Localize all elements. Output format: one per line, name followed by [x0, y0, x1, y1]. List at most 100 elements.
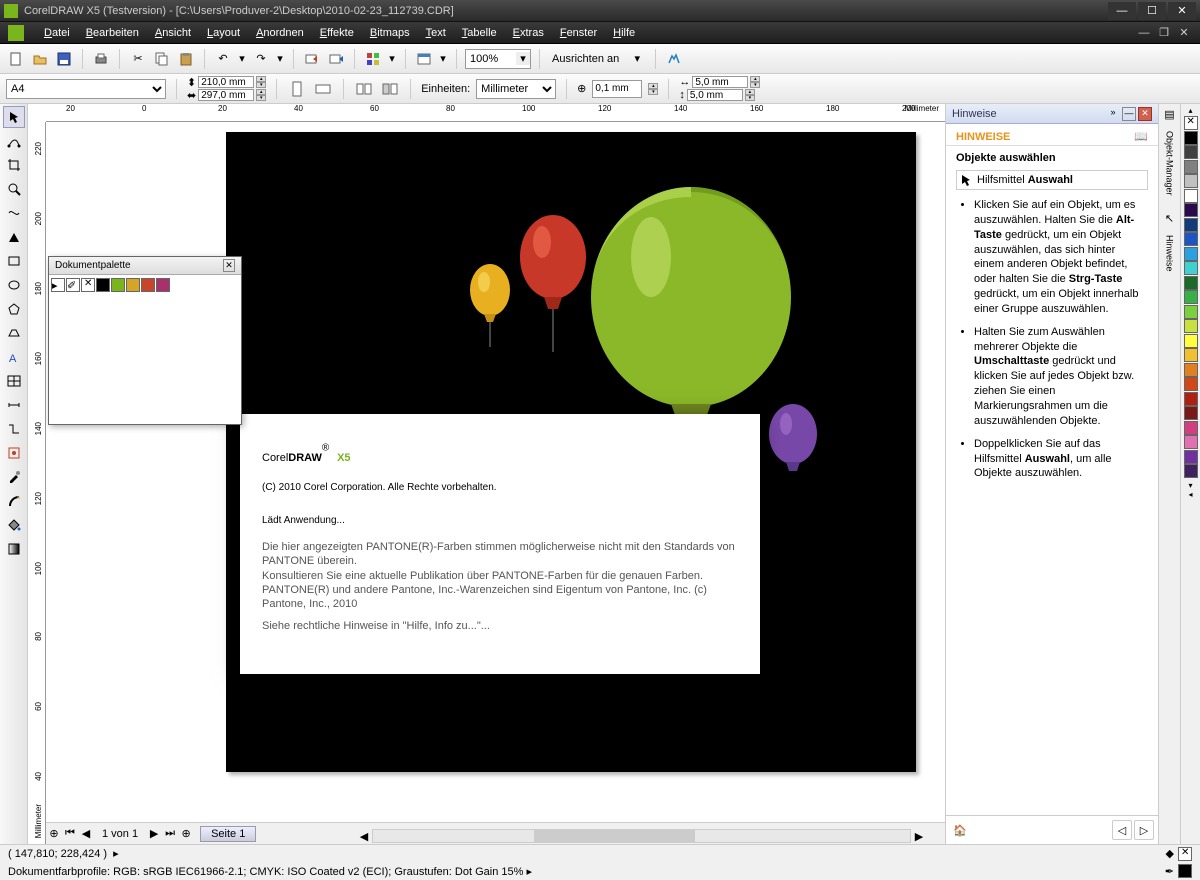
- spin-down[interactable]: ▾: [750, 82, 760, 88]
- tab-object-manager[interactable]: Objekt-Manager: [1163, 125, 1177, 202]
- undo-dropdown[interactable]: ▾: [237, 49, 247, 69]
- menu-effekte[interactable]: Effekte: [312, 25, 362, 41]
- zoom-input[interactable]: [466, 53, 516, 65]
- menu-fenster[interactable]: Fenster: [552, 25, 605, 41]
- doc-color-swatch[interactable]: [141, 278, 155, 292]
- vertical-ruler[interactable]: 220200180160140120100806040Millimeter: [28, 122, 46, 844]
- all-pages-button[interactable]: [354, 79, 374, 99]
- zoom-dropdown[interactable]: ▾: [516, 52, 530, 65]
- zoom-tool[interactable]: [3, 178, 25, 200]
- spin-down[interactable]: ▾: [256, 95, 266, 101]
- docker-expand-icon[interactable]: »: [1106, 107, 1120, 121]
- export-button[interactable]: [326, 49, 346, 69]
- freehand-tool[interactable]: [3, 202, 25, 224]
- eyedropper-tool[interactable]: [3, 466, 25, 488]
- add-page-after-button[interactable]: ⊕: [178, 827, 194, 840]
- undo-button[interactable]: ↶: [213, 49, 233, 69]
- menu-extras[interactable]: Extras: [505, 25, 552, 41]
- menu-bearbeiten[interactable]: Bearbeiten: [78, 25, 147, 41]
- import-button[interactable]: [302, 49, 322, 69]
- doc-color-swatch[interactable]: [96, 278, 110, 292]
- color-swatch[interactable]: [1184, 464, 1198, 478]
- next-page-button[interactable]: ▶: [146, 827, 162, 840]
- copy-button[interactable]: [152, 49, 172, 69]
- docker-tab-icon[interactable]: ▤: [1164, 108, 1174, 121]
- paper-size-select[interactable]: A4: [6, 79, 166, 99]
- menu-anordnen[interactable]: Anordnen: [248, 25, 312, 41]
- nudge-input[interactable]: [592, 80, 642, 98]
- horizontal-ruler[interactable]: 20020406080100120140160180200Millimeter: [46, 104, 945, 122]
- palette-flyout[interactable]: ◂: [1188, 490, 1192, 499]
- doc-color-swatch[interactable]: [126, 278, 140, 292]
- options-button[interactable]: [664, 49, 684, 69]
- color-swatch[interactable]: [1184, 334, 1198, 348]
- color-swatch[interactable]: [1184, 189, 1198, 203]
- profiles-flyout-icon[interactable]: ▸: [526, 866, 532, 878]
- minimize-button[interactable]: —: [1108, 2, 1136, 20]
- color-swatch[interactable]: [1184, 406, 1198, 420]
- docker-header[interactable]: Hinweise » — ✕: [946, 104, 1158, 124]
- color-swatch[interactable]: [1184, 160, 1198, 174]
- fill-indicator-icon[interactable]: ◆: [1166, 847, 1174, 860]
- rectangle-tool[interactable]: [3, 250, 25, 272]
- current-page-button[interactable]: [380, 79, 400, 99]
- outline-tool[interactable]: [3, 490, 25, 512]
- color-swatch[interactable]: [1184, 377, 1198, 391]
- color-swatch[interactable]: [1184, 450, 1198, 464]
- connector-tool[interactable]: [3, 418, 25, 440]
- mdi-restore[interactable]: ❐: [1156, 26, 1172, 40]
- redo-button[interactable]: ↷: [251, 49, 271, 69]
- page-height-input[interactable]: [198, 89, 254, 101]
- menu-ansicht[interactable]: Ansicht: [147, 25, 199, 41]
- color-swatch[interactable]: [1184, 305, 1198, 319]
- color-swatch[interactable]: [1184, 421, 1198, 435]
- status-flyout-icon[interactable]: ▸: [113, 847, 119, 860]
- color-swatch[interactable]: [1184, 261, 1198, 275]
- tab-hinweise[interactable]: Hinweise: [1163, 229, 1177, 278]
- polygon-tool[interactable]: [3, 298, 25, 320]
- color-swatch[interactable]: [1184, 174, 1198, 188]
- color-swatch[interactable]: [1184, 131, 1198, 145]
- interactive-fill-tool[interactable]: [3, 538, 25, 560]
- interactive-tool[interactable]: [3, 442, 25, 464]
- dimension-tool[interactable]: [3, 394, 25, 416]
- spin-down[interactable]: ▾: [648, 89, 658, 95]
- color-swatch[interactable]: [1184, 203, 1198, 217]
- landscape-button[interactable]: [313, 79, 333, 99]
- first-page-button[interactable]: ⏮: [62, 827, 78, 840]
- maximize-button[interactable]: ☐: [1138, 2, 1166, 20]
- prev-page-button[interactable]: ◀: [78, 827, 94, 840]
- palette-scroll-down[interactable]: ▾: [1188, 481, 1192, 490]
- color-swatch[interactable]: [1184, 392, 1198, 406]
- mdi-minimize[interactable]: —: [1136, 26, 1152, 40]
- cut-button[interactable]: ✂: [128, 49, 148, 69]
- color-swatch[interactable]: [1184, 435, 1198, 449]
- dup-x-input[interactable]: [692, 76, 748, 88]
- dup-y-input[interactable]: [687, 89, 743, 101]
- pick-tool[interactable]: [3, 106, 25, 128]
- close-button[interactable]: ✕: [1168, 2, 1196, 20]
- docker-tab-icon[interactable]: ↖: [1165, 212, 1174, 225]
- forward-icon[interactable]: ▷: [1134, 820, 1154, 840]
- print-button[interactable]: [91, 49, 111, 69]
- spin-down[interactable]: ▾: [745, 95, 755, 101]
- no-color-swatch[interactable]: [81, 278, 95, 292]
- book-icon[interactable]: 📖: [1134, 130, 1148, 143]
- paste-button[interactable]: [176, 49, 196, 69]
- new-button[interactable]: [6, 49, 26, 69]
- horizontal-scrollbar[interactable]: ◀▶: [356, 828, 927, 844]
- basic-shapes-tool[interactable]: [3, 322, 25, 344]
- crop-tool[interactable]: [3, 154, 25, 176]
- menu-layout[interactable]: Layout: [199, 25, 248, 41]
- home-icon[interactable]: 🏠: [950, 820, 970, 840]
- page-tab[interactable]: Seite 1: [200, 826, 256, 842]
- align-dropdown[interactable]: ▾: [627, 49, 647, 69]
- welcome-dd[interactable]: ▾: [438, 49, 448, 69]
- color-swatch[interactable]: [1184, 276, 1198, 290]
- text-tool[interactable]: A: [3, 346, 25, 368]
- eyedropper-icon[interactable]: ✐: [66, 278, 80, 292]
- portrait-button[interactable]: [287, 79, 307, 99]
- save-button[interactable]: [54, 49, 74, 69]
- page-width-input[interactable]: [198, 76, 254, 88]
- fill-none-swatch[interactable]: [1178, 847, 1192, 861]
